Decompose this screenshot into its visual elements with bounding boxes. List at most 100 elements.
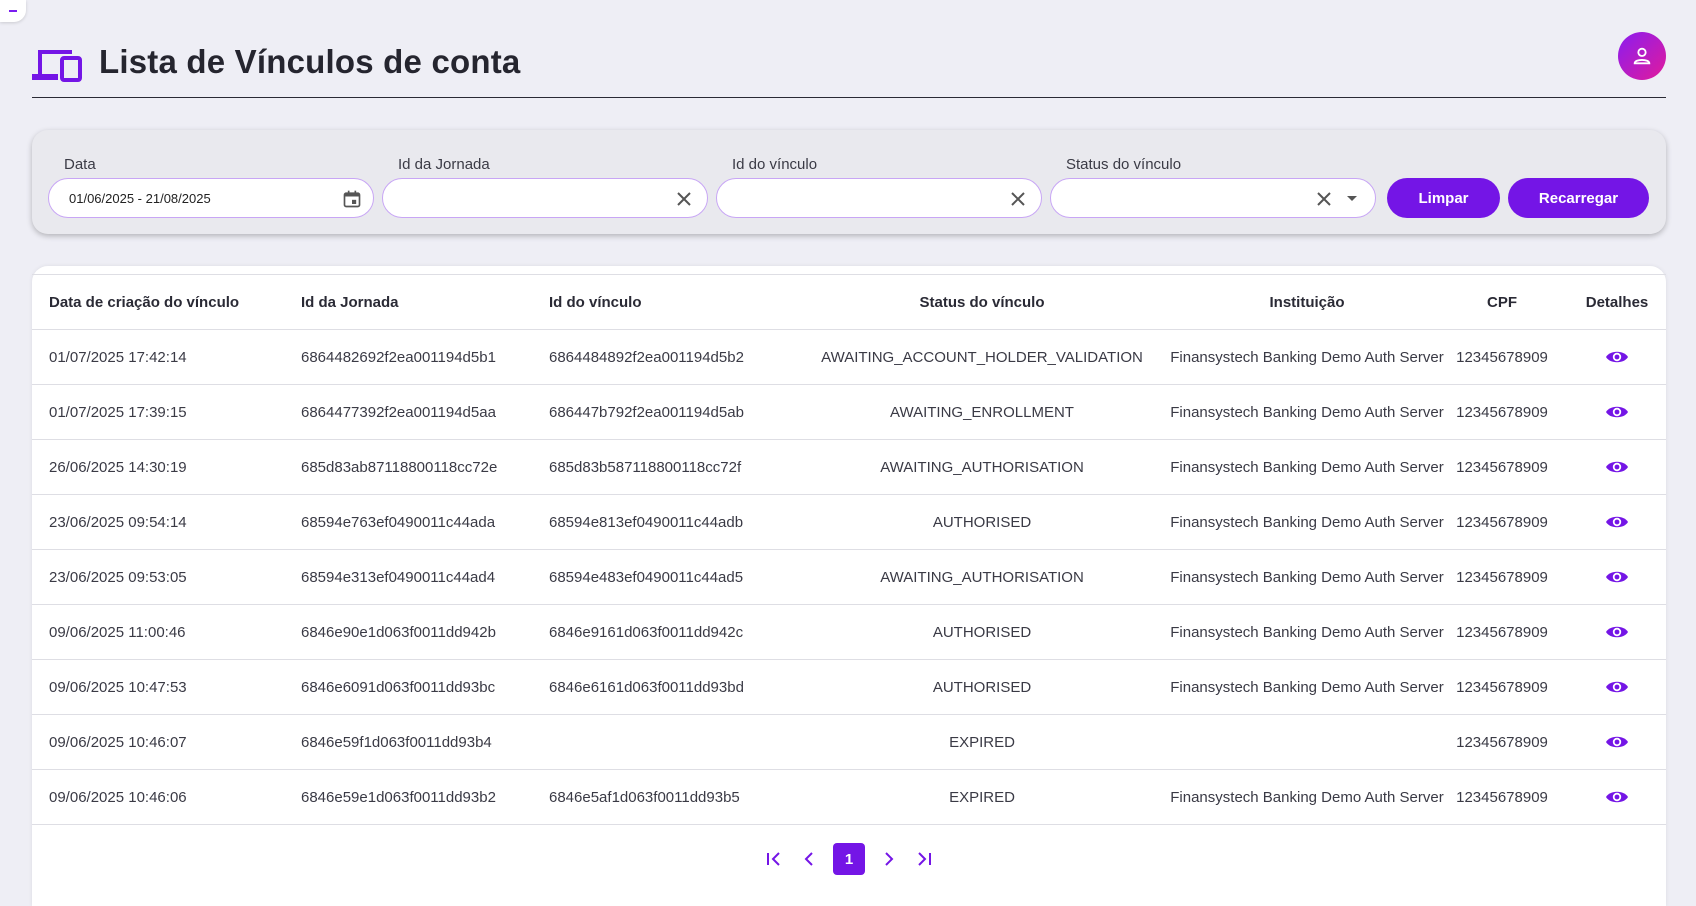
status-select[interactable]	[1050, 178, 1376, 218]
cell-institution: Finansystech Banking Demo Auth Server	[1170, 568, 1444, 586]
cell-vinculo-id: 68594e813ef0490011c44adb	[549, 513, 744, 531]
table-row: 09/06/2025 10:46:06 6846e59e1d063f0011dd9…	[32, 770, 1666, 825]
cell-status: EXPIRED	[949, 788, 1015, 806]
pagination: 1	[32, 842, 1666, 876]
table-row: 09/06/2025 10:46:07 6846e59f1d063f0011dd9…	[32, 715, 1666, 770]
vinculo-input[interactable]	[735, 179, 975, 217]
column-header-jornada[interactable]: Id da Jornada	[301, 275, 399, 329]
cell-cpf: 12345678909	[1456, 348, 1548, 366]
table-row: 09/06/2025 10:47:53 6846e6091d063f0011dd9…	[32, 660, 1666, 715]
column-header-institution[interactable]: Instituição	[1142, 275, 1472, 329]
eye-icon[interactable]	[1605, 679, 1629, 695]
eye-icon[interactable]	[1605, 734, 1629, 750]
date-range-input[interactable]	[67, 179, 307, 217]
jornada-filter-label: Id da Jornada	[398, 156, 490, 173]
cell-vinculo-id: 685d83b587118800118cc72f	[549, 458, 742, 476]
table-header: Data de criação do vínculo Id da Jornada…	[32, 275, 1666, 330]
eye-icon[interactable]	[1605, 459, 1629, 475]
table-row: 23/06/2025 09:53:05 68594e313ef0490011c44…	[32, 550, 1666, 605]
cell-vinculo-id: 6846e6161d063f0011dd93bd	[549, 678, 744, 696]
cell-cpf: 12345678909	[1456, 623, 1548, 641]
cell-date: 23/06/2025 09:53:05	[49, 568, 187, 586]
cell-status: AUTHORISED	[932, 623, 1032, 641]
cell-details	[1577, 330, 1657, 384]
column-header-cpf[interactable]: CPF	[1442, 275, 1562, 329]
calendar-icon[interactable]	[341, 188, 363, 210]
vinculo-filter-label: Id do vínculo	[732, 156, 818, 173]
cell-cpf: 12345678909	[1456, 403, 1548, 421]
vinculo-field[interactable]	[716, 178, 1042, 218]
eye-icon[interactable]	[1605, 569, 1629, 585]
cell-jornada-id: 68594e763ef0490011c44ada	[301, 513, 496, 531]
cell-status: AWAITING_ENROLLMENT	[890, 403, 1074, 421]
side-menu-toggle[interactable]	[0, 0, 26, 22]
cell-date: 09/06/2025 10:47:53	[49, 678, 187, 696]
eye-icon[interactable]	[1605, 349, 1629, 365]
cell-status: AWAITING_AUTHORISATION	[880, 458, 1084, 476]
page-header: Lista de Vínculos de conta	[32, 32, 1666, 98]
column-header-date[interactable]: Data de criação do vínculo	[49, 275, 239, 329]
clear-icon[interactable]	[1007, 188, 1029, 210]
cell-status: AWAITING_ACCOUNT_HOLDER_VALIDATION	[821, 348, 1143, 366]
cell-details	[1577, 605, 1657, 659]
last-page-icon[interactable]	[913, 849, 933, 869]
date-range-field[interactable]	[48, 178, 374, 218]
next-page-icon[interactable]	[879, 849, 899, 869]
eye-icon[interactable]	[1605, 789, 1629, 805]
cell-date: 26/06/2025 14:30:19	[49, 458, 187, 476]
cell-vinculo-id: 6846e5af1d063f0011dd93b5	[549, 788, 740, 806]
date-filter-label: Data	[64, 156, 96, 173]
jornada-filter: Id da Jornada	[382, 156, 708, 218]
minus-icon	[9, 10, 17, 12]
cell-vinculo-id: 6846e9161d063f0011dd942c	[549, 623, 744, 641]
links-table-card: Data de criação do vínculo Id da Jornada…	[32, 266, 1666, 906]
cell-cpf: 12345678909	[1456, 678, 1548, 696]
column-header-status[interactable]: Status do vínculo	[772, 275, 1192, 329]
column-header-vinculo[interactable]: Id do vínculo	[549, 275, 642, 329]
cell-institution: Finansystech Banking Demo Auth Server	[1170, 623, 1444, 641]
cell-vinculo-id: 68594e483ef0490011c44ad5	[549, 568, 744, 586]
first-page-icon[interactable]	[765, 849, 785, 869]
user-avatar-button[interactable]	[1618, 32, 1666, 80]
clear-button[interactable]: Limpar	[1387, 178, 1500, 218]
cell-date: 23/06/2025 09:54:14	[49, 513, 187, 531]
cell-jornada-id: 6864482692f2ea001194d5b1	[301, 348, 496, 366]
table-row: 23/06/2025 09:54:14 68594e763ef0490011c44…	[32, 495, 1666, 550]
cell-institution	[1142, 715, 1472, 769]
cell-cpf: 12345678909	[1456, 568, 1548, 586]
eye-icon[interactable]	[1605, 624, 1629, 640]
cell-date: 01/07/2025 17:39:15	[49, 403, 187, 421]
clear-icon[interactable]	[673, 188, 695, 210]
table-row: 26/06/2025 14:30:19 685d83ab87118800118cc…	[32, 440, 1666, 495]
page-1-button[interactable]: 1	[833, 843, 865, 875]
column-header-details: Detalhes	[1585, 293, 1649, 311]
vinculo-filter: Id do vínculo	[716, 156, 1042, 218]
cell-cpf: 12345678909	[1456, 513, 1548, 531]
eye-icon[interactable]	[1605, 514, 1629, 530]
cell-institution: Finansystech Banking Demo Auth Server	[1170, 678, 1444, 696]
jornada-field[interactable]	[382, 178, 708, 218]
caret-down-icon[interactable]	[1341, 188, 1363, 210]
person-icon	[1633, 47, 1651, 65]
table-row: 01/07/2025 17:39:15 6864477392f2ea001194d…	[32, 385, 1666, 440]
cell-date: 09/06/2025 11:00:46	[49, 623, 186, 641]
page-title: Lista de Vínculos de conta	[99, 43, 521, 80]
status-input[interactable]	[1069, 179, 1309, 217]
eye-icon[interactable]	[1605, 404, 1629, 420]
table-row: 09/06/2025 11:00:46 6846e90e1d063f0011dd9…	[32, 605, 1666, 660]
cell-institution: Finansystech Banking Demo Auth Server	[1170, 348, 1444, 366]
cell-details	[1577, 715, 1657, 769]
cell-vinculo-id: 686447b792f2ea001194d5ab	[549, 403, 744, 421]
cell-details	[1577, 495, 1657, 549]
cell-jornada-id: 68594e313ef0490011c44ad4	[301, 568, 496, 586]
cell-jornada-id: 6864477392f2ea001194d5aa	[301, 403, 496, 421]
filter-panel: Data Id da Jornada Id do vínculo	[32, 130, 1666, 234]
cell-institution: Finansystech Banking Demo Auth Server	[1170, 458, 1444, 476]
prev-page-icon[interactable]	[799, 849, 819, 869]
devices-icon	[32, 50, 82, 82]
clear-icon[interactable]	[1313, 188, 1335, 210]
reload-button[interactable]: Recarregar	[1508, 178, 1649, 218]
jornada-input[interactable]	[401, 179, 641, 217]
cell-jornada-id: 6846e6091d063f0011dd93bc	[301, 678, 496, 696]
cell-date: 01/07/2025 17:42:14	[49, 348, 187, 366]
